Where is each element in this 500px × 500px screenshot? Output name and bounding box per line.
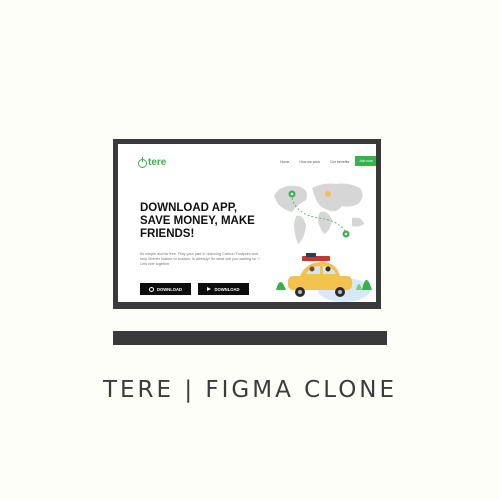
download-android-button[interactable]: DOWNLOAD <box>198 283 249 295</box>
download-android-label: DOWNLOAD <box>214 286 240 292</box>
world-map <box>274 183 364 244</box>
join-now-button[interactable]: Join now <box>355 156 376 166</box>
apple-icon <box>148 286 154 292</box>
nav-item-our-benefits[interactable]: Our benefits <box>330 160 349 164</box>
download-ios-button[interactable]: DOWNLOAD <box>140 283 191 295</box>
project-caption: TERE | FIGMA CLONE <box>102 377 398 403</box>
hero-illustration <box>274 183 372 302</box>
hero-headline: DOWNLOAD APP, SAVE MONEY, MAKE FRIENDS! <box>140 202 255 240</box>
location-pin-icon <box>288 190 296 198</box>
nav-item-how-we-work[interactable]: How we work <box>299 160 320 164</box>
laptop-screen-frame: tere Home How we work Our benefits Join … <box>113 139 381 309</box>
plant-left <box>276 282 286 290</box>
power-logo-icon <box>138 156 147 168</box>
site-logo[interactable]: tere <box>138 156 167 168</box>
plant-right <box>362 280 372 290</box>
presentation-canvas: tere Home How we work Our benefits Join … <box>0 0 500 500</box>
nav-item-home[interactable]: Home <box>280 160 289 164</box>
location-pin-icon <box>342 230 350 238</box>
hero-description: Its simple and its free. Play your part … <box>140 252 260 266</box>
nav-bar: Home How we work Our benefits <box>280 160 349 164</box>
laptop-base <box>113 331 387 345</box>
website-screenshot: tere Home How we work Our benefits Join … <box>118 144 376 302</box>
play-store-icon <box>207 287 212 291</box>
logo-text: tere <box>148 157 167 168</box>
sun-icon <box>325 191 331 197</box>
download-ios-label: DOWNLOAD <box>156 286 183 292</box>
